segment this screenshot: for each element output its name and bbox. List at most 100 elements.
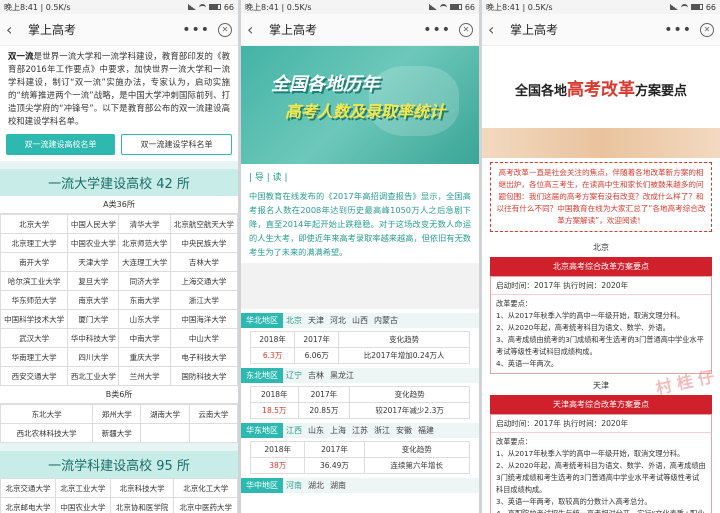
reform-point: 4、英语一年两次。: [496, 359, 559, 368]
nav-bar: ‹ 掌上高考 ••• ✕: [241, 14, 479, 46]
university-cell[interactable]: 北京理工大学: [0, 233, 69, 253]
university-cell[interactable]: 上海交通大学: [169, 271, 238, 291]
university-cell[interactable]: 湖南大学: [140, 404, 190, 424]
close-icon[interactable]: ✕: [459, 22, 473, 37]
university-cell[interactable]: 武汉大学: [0, 328, 69, 348]
university-cell[interactable]: 新疆大学: [92, 423, 142, 443]
university-cell[interactable]: 北京科技大学: [109, 478, 175, 498]
university-cell[interactable]: 大连理工大学: [118, 252, 171, 272]
university-cell[interactable]: 中国科学技术大学: [0, 309, 69, 329]
close-icon[interactable]: ✕: [700, 22, 714, 37]
group-a-label: A类36所: [0, 196, 238, 214]
university-cell[interactable]: 中央民族大学: [169, 233, 238, 253]
battery-level: 66: [705, 2, 716, 12]
university-cell[interactable]: 中国农业大学: [54, 497, 111, 513]
university-cell[interactable]: 西北工业大学: [67, 366, 120, 386]
region-city[interactable]: 北京: [283, 315, 305, 326]
more-icon[interactable]: •••: [423, 22, 451, 38]
group-b-table: 东北大学 郑州大学 湖南大学 云南大学西北农林科技大学 新疆大学: [0, 404, 238, 443]
close-icon[interactable]: ✕: [218, 22, 232, 37]
university-cell[interactable]: 东北大学: [0, 404, 94, 424]
university-cell[interactable]: 北京邮电大学: [0, 497, 56, 513]
stat-cell: 38万: [249, 457, 306, 474]
university-cell[interactable]: 中国农业大学: [67, 233, 120, 253]
university-cell[interactable]: 郑州大学: [92, 404, 142, 424]
stat-cell: 18.5万: [250, 402, 299, 419]
stat-cell: 2017年: [294, 331, 340, 348]
university-cell[interactable]: 北京工业大学: [54, 478, 111, 498]
more-icon[interactable]: •••: [664, 22, 692, 38]
university-cell[interactable]: 重庆大学: [118, 347, 171, 367]
university-cell[interactable]: 北京师范大学: [118, 233, 171, 253]
back-arrow-icon[interactable]: ‹: [488, 20, 504, 39]
beijing-plan-header: 北京高考综合改革方案要点: [490, 257, 712, 276]
more-icon[interactable]: •••: [182, 22, 210, 38]
university-cell[interactable]: 中山大学: [169, 328, 238, 348]
region-city[interactable]: 福建: [415, 425, 437, 436]
region-city[interactable]: 山西: [349, 315, 371, 326]
region-city[interactable]: 内蒙古: [371, 315, 401, 326]
university-cell[interactable]: 北京航空航天大学: [169, 214, 238, 234]
university-cell[interactable]: 北京交通大学: [0, 478, 56, 498]
stat-cell: 变化趋势: [349, 386, 470, 403]
university-cell[interactable]: 电子科技大学: [169, 347, 238, 367]
university-cell[interactable]: 南开大学: [0, 252, 69, 272]
university-cell[interactable]: 华东师范大学: [0, 290, 69, 310]
university-cell[interactable]: 中国海洋大学: [169, 309, 238, 329]
region-header: 华东地区 江西 山东 上海 江苏 浙江 安徽 福建: [241, 423, 479, 438]
university-cell[interactable]: 华中科技大学: [67, 328, 120, 348]
table-row: 西安交通大学 西北工业大学 兰州大学 国防科技大学: [0, 366, 238, 386]
region-city[interactable]: 黑龙江: [327, 370, 357, 381]
university-cell[interactable]: 浙江大学: [169, 290, 238, 310]
region-city[interactable]: 河北: [327, 315, 349, 326]
university-cell[interactable]: 山东大学: [118, 309, 171, 329]
table-row: 北京理工大学 中国农业大学 北京师范大学 中央民族大学: [0, 233, 238, 253]
university-cell[interactable]: 清华大学: [118, 214, 171, 234]
university-cell[interactable]: 国防科技大学: [169, 366, 238, 386]
region-city[interactable]: 江西: [283, 425, 305, 436]
university-cell[interactable]: 兰州大学: [118, 366, 171, 386]
university-cell[interactable]: 北京中医药大学: [173, 497, 238, 513]
university-cell[interactable]: 中国人民大学: [67, 214, 120, 234]
region-city[interactable]: 山东: [305, 425, 327, 436]
university-cell[interactable]: 华南理工大学: [0, 347, 69, 367]
screenshot-root: 晚上8:41 | 0.5K/s 66 ‹ 掌上高考 ••• ✕ 双一流是世界一流…: [0, 0, 720, 513]
region-city[interactable]: 上海: [327, 425, 349, 436]
university-cell[interactable]: 东南大学: [118, 290, 171, 310]
university-cell[interactable]: 北京大学: [0, 214, 69, 234]
stat-cell: 6.06万: [294, 347, 340, 364]
university-list-button[interactable]: 双一流建设高校名单: [6, 134, 115, 155]
university-cell[interactable]: 哈尔滨工业大学: [0, 271, 69, 291]
university-cell[interactable]: 云南大学: [188, 404, 238, 424]
region-city[interactable]: 河南: [283, 480, 305, 491]
university-cell[interactable]: 厦门大学: [67, 309, 120, 329]
region-city[interactable]: 吉林: [305, 370, 327, 381]
university-cell[interactable]: 西北农林科技大学: [0, 423, 94, 443]
region-city[interactable]: 浙江: [371, 425, 393, 436]
university-cell[interactable]: 复旦大学: [67, 271, 120, 291]
university-cell[interactable]: 西安交通大学: [0, 366, 69, 386]
university-cell[interactable]: 天津大学: [67, 252, 120, 272]
signal-icon: [669, 4, 678, 10]
stat-cell: 比2017年增加0.24万人: [338, 347, 470, 364]
university-cell[interactable]: 四川大学: [67, 347, 120, 367]
university-cell[interactable]: 吉林大学: [169, 252, 238, 272]
back-arrow-icon[interactable]: ‹: [247, 20, 263, 39]
discipline-list-button[interactable]: 双一流建设学科名单: [121, 134, 232, 155]
region-city[interactable]: 湖南: [327, 480, 349, 491]
region-city[interactable]: 天津: [305, 315, 327, 326]
university-cell[interactable]: 南京大学: [67, 290, 120, 310]
university-cell[interactable]: 中南大学: [118, 328, 171, 348]
back-arrow-icon[interactable]: ‹: [6, 20, 22, 39]
university-cell[interactable]: 同济大学: [118, 271, 171, 291]
university-cell[interactable]: 北京协和医学院: [109, 497, 175, 513]
region-city[interactable]: 安徽: [393, 425, 415, 436]
region-city[interactable]: 辽宁: [283, 370, 305, 381]
beijing-points: 改革要点： 1、从2017年秋季入学的高中一年级开始，取消文理分科。 2、从2020…: [491, 295, 711, 373]
section-title-universities: 一流大学建设高校 42 所: [0, 169, 238, 196]
group-a-table: 北京大学 中国人民大学 清华大学 北京航空航天大学 北京理工大学 中国农业大学 北京师范大学…: [0, 214, 238, 386]
region-city[interactable]: 江苏: [349, 425, 371, 436]
status-speed: 0.5K/s: [45, 2, 71, 12]
region-city[interactable]: 湖北: [305, 480, 327, 491]
university-cell[interactable]: 北京化工大学: [173, 478, 238, 498]
